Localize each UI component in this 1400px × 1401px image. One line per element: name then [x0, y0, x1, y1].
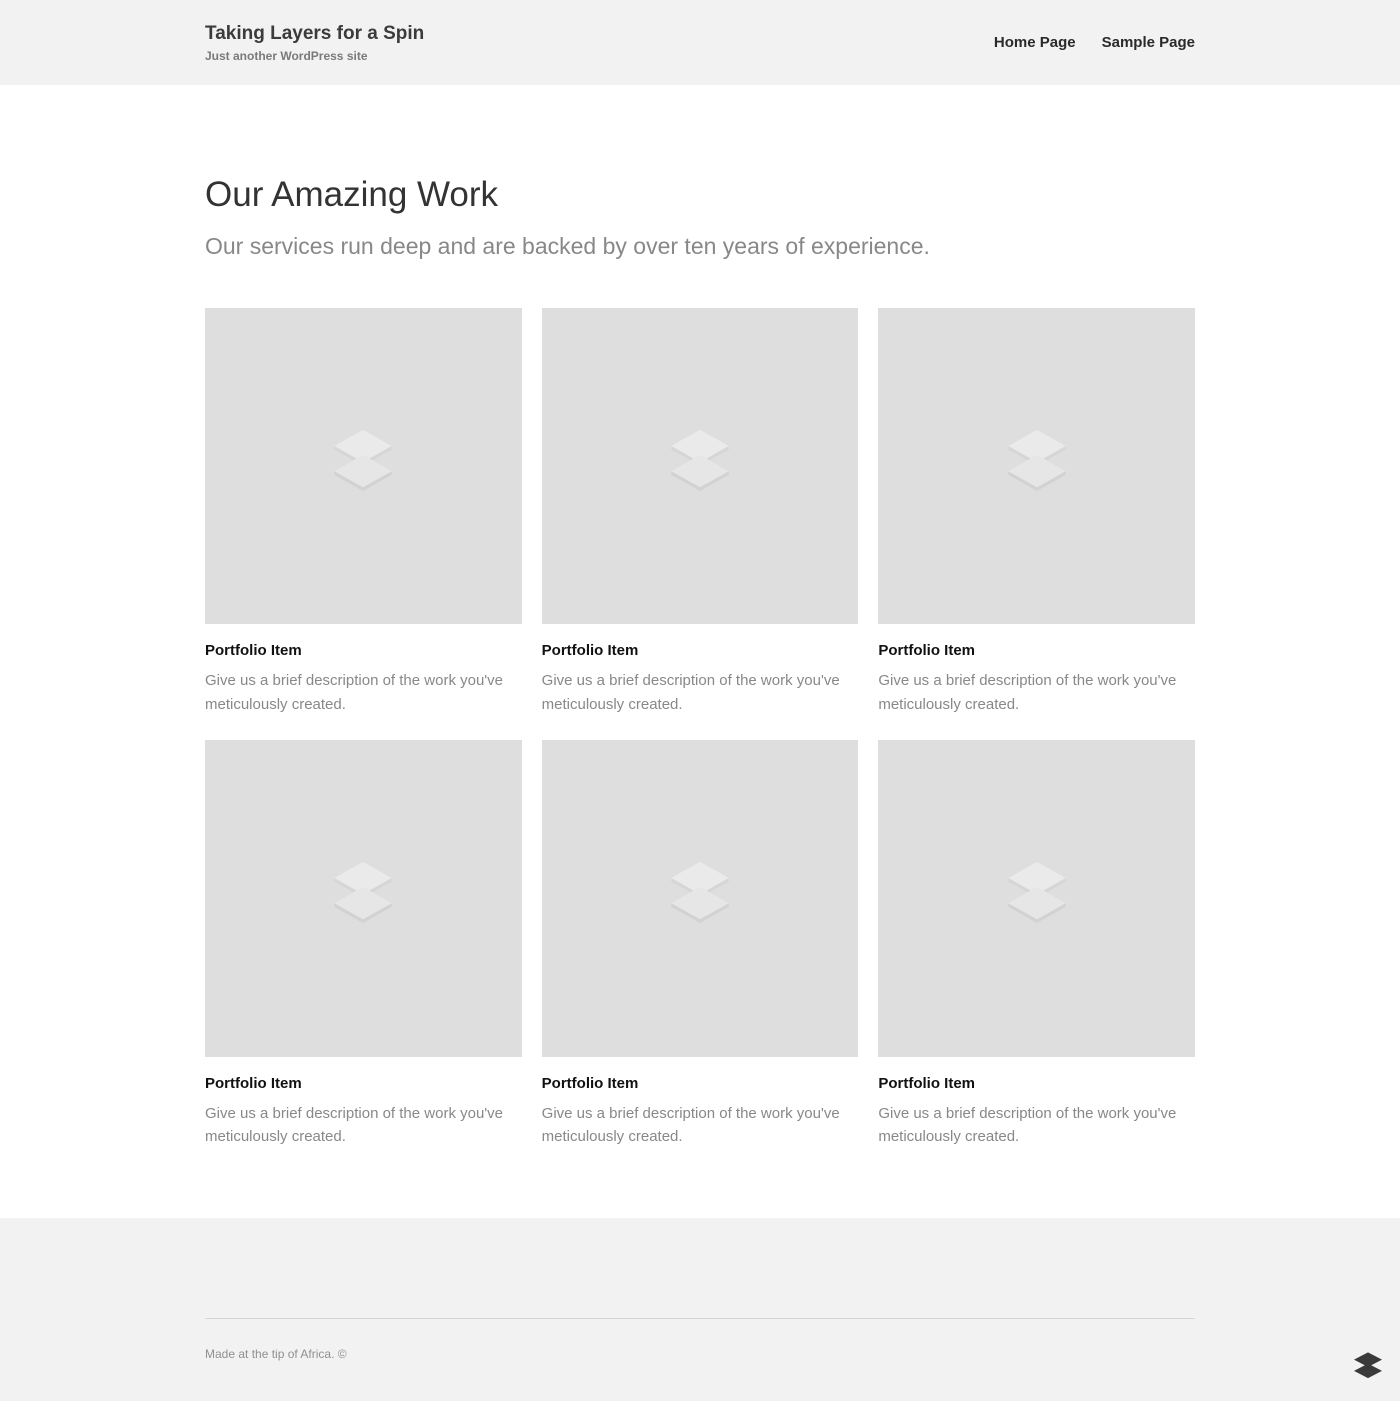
header: Taking Layers for a Spin Just another Wo… [0, 0, 1400, 85]
portfolio-grid: Portfolio Item Give us a brief descripti… [205, 308, 1195, 1148]
portfolio-title[interactable]: Portfolio Item [878, 642, 1195, 659]
layers-placeholder-icon [992, 419, 1082, 514]
layers-placeholder-icon [992, 851, 1082, 946]
portfolio-thumbnail[interactable] [542, 308, 859, 625]
portfolio-card[interactable]: Portfolio Item Give us a brief descripti… [205, 308, 522, 716]
portfolio-title[interactable]: Portfolio Item [542, 642, 859, 659]
footer: Made at the tip of Africa. © [0, 1218, 1400, 1401]
layers-placeholder-icon [318, 419, 408, 514]
portfolio-thumbnail[interactable] [205, 308, 522, 625]
portfolio-card[interactable]: Portfolio Item Give us a brief descripti… [205, 740, 522, 1148]
nav-sample-page[interactable]: Sample Page [1102, 34, 1195, 51]
section-subtitle: Our services run deep and are backed by … [205, 233, 1195, 260]
portfolio-card[interactable]: Portfolio Item Give us a brief descripti… [878, 740, 1195, 1148]
portfolio-card[interactable]: Portfolio Item Give us a brief descripti… [542, 308, 859, 716]
portfolio-thumbnail[interactable] [878, 740, 1195, 1057]
portfolio-description: Give us a brief description of the work … [205, 1102, 522, 1149]
footer-credit: Made at the tip of Africa. © [205, 1347, 1195, 1361]
portfolio-description: Give us a brief description of the work … [542, 669, 859, 716]
primary-nav: Home Page Sample Page [994, 34, 1195, 51]
portfolio-description: Give us a brief description of the work … [878, 1102, 1195, 1149]
portfolio-thumbnail[interactable] [542, 740, 859, 1057]
portfolio-card[interactable]: Portfolio Item Give us a brief descripti… [878, 308, 1195, 716]
section-title: Our Amazing Work [205, 175, 1195, 215]
portfolio-description: Give us a brief description of the work … [542, 1102, 859, 1149]
portfolio-title[interactable]: Portfolio Item [205, 642, 522, 659]
layers-badge-icon[interactable] [1354, 1352, 1382, 1383]
footer-divider [205, 1318, 1195, 1319]
nav-home-page[interactable]: Home Page [994, 34, 1076, 51]
site-title[interactable]: Taking Layers for a Spin [205, 22, 424, 47]
layers-placeholder-icon [655, 851, 745, 946]
site-tagline: Just another WordPress site [205, 49, 424, 63]
portfolio-description: Give us a brief description of the work … [205, 669, 522, 716]
portfolio-title[interactable]: Portfolio Item [205, 1075, 522, 1092]
portfolio-description: Give us a brief description of the work … [878, 669, 1195, 716]
portfolio-title[interactable]: Portfolio Item [542, 1075, 859, 1092]
portfolio-thumbnail[interactable] [205, 740, 522, 1057]
portfolio-card[interactable]: Portfolio Item Give us a brief descripti… [542, 740, 859, 1148]
main-content: Our Amazing Work Our services run deep a… [0, 85, 1400, 1218]
site-branding[interactable]: Taking Layers for a Spin Just another Wo… [205, 22, 424, 63]
layers-placeholder-icon [655, 419, 745, 514]
portfolio-thumbnail[interactable] [878, 308, 1195, 625]
layers-placeholder-icon [318, 851, 408, 946]
portfolio-title[interactable]: Portfolio Item [878, 1075, 1195, 1092]
